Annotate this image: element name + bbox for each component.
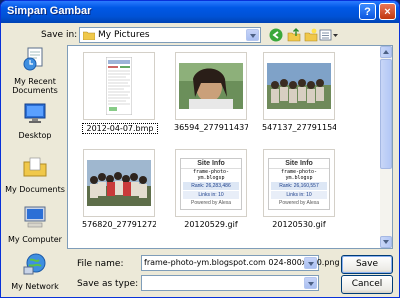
recent-documents-icon — [23, 47, 43, 71]
place-my-network[interactable]: My Network — [5, 251, 65, 291]
file-name-field[interactable]: frame-photo-ym.blogspot.com 024-800x800.… — [141, 255, 340, 271]
file-item[interactable]: Site Info frame-photo-ym.blogsp Rank: 26… — [262, 149, 336, 229]
site-info-card: Site Info frame-photo-ym.blogsp Rank: 26… — [268, 158, 330, 210]
save-as-type-select[interactable] — [141, 275, 319, 291]
file-thumbnail: Site Info frame-photo-ym.blogsp Rank: 26… — [263, 149, 335, 217]
close-button[interactable]: × — [379, 3, 396, 20]
place-my-documents[interactable]: My Documents — [5, 154, 65, 194]
site-info-title: Site Info — [181, 159, 241, 169]
site-info-links: Links in: 10 — [183, 191, 239, 199]
my-computer-icon — [24, 206, 46, 228]
file-thumbnail — [83, 52, 155, 120]
place-label: Desktop — [18, 131, 52, 140]
photo-preview-icon — [87, 160, 151, 206]
place-label: My Network — [11, 282, 59, 291]
desktop-icon — [24, 103, 46, 123]
file-thumbnail — [263, 52, 335, 120]
site-info-rank: Rank: 26,160,557 — [271, 182, 327, 190]
chevron-down-icon[interactable] — [246, 29, 259, 41]
file-name: 576820_277912721 60... — [82, 220, 156, 229]
file-item[interactable]: Site Info frame-photo-ym.blogsp Rank: 26… — [174, 149, 248, 229]
file-thumbnail — [83, 149, 155, 217]
help-button[interactable]: ? — [359, 3, 376, 20]
title-bar[interactable]: Simpan Gambar ? × — [1, 1, 399, 23]
my-documents-icon — [23, 157, 47, 177]
place-desktop[interactable]: Desktop — [5, 100, 65, 140]
place-label: My Computer — [8, 235, 62, 244]
my-network-icon — [23, 253, 46, 275]
site-info-rank: Rank: 26,283,486 — [183, 182, 239, 190]
place-label: My Recent Documents — [12, 77, 58, 95]
site-info-url: frame-photo-ym.blogsp — [192, 169, 230, 181]
places-bar: My Recent Documents Desktop My Documents — [5, 44, 65, 294]
scroll-up-icon[interactable] — [380, 46, 392, 58]
file-name: 20120529.gif — [184, 220, 238, 229]
document-preview-icon — [106, 57, 132, 115]
up-folder-icon[interactable] — [287, 28, 301, 42]
window-title: Simpan Gambar — [7, 5, 92, 17]
save-in-label: Save in: — [41, 30, 78, 40]
file-name: 36594_277911437570... — [174, 123, 248, 132]
save-dialog: Simpan Gambar ? × Save in: My Pictures M… — [0, 0, 400, 298]
file-list-view[interactable]: 2012-04-07.bmp 36594_277911437570... — [67, 45, 393, 249]
place-label: My Documents — [5, 185, 65, 194]
new-folder-icon[interactable] — [304, 28, 318, 42]
place-recent-documents[interactable]: My Recent Documents — [5, 46, 65, 95]
file-thumbnail — [175, 52, 247, 120]
chevron-down-icon[interactable] — [304, 277, 317, 289]
scrollbar-thumb[interactable] — [380, 59, 392, 169]
chevron-down-icon[interactable] — [304, 257, 317, 269]
file-item[interactable]: 576820_277912721 60... — [82, 149, 156, 229]
save-in-value: My Pictures — [98, 30, 150, 40]
file-name: 20120530.gif — [272, 220, 326, 229]
file-name: 547137_2779115495 7... — [262, 123, 336, 132]
save-as-type-label: Save as type: — [77, 279, 139, 289]
file-thumbnail: Site Info frame-photo-ym.blogsp Rank: 26… — [175, 149, 247, 217]
views-menu-icon[interactable] — [319, 28, 339, 42]
site-info-card: Site Info frame-photo-ym.blogsp Rank: 26… — [180, 158, 242, 210]
vertical-scrollbar[interactable] — [380, 46, 392, 248]
scroll-down-icon[interactable] — [380, 236, 392, 248]
back-icon[interactable] — [269, 28, 283, 42]
site-info-title: Site Info — [269, 159, 329, 169]
photo-preview-icon — [179, 63, 243, 109]
folder-icon — [83, 31, 95, 40]
site-info-links: Links in: 10 — [271, 191, 327, 199]
place-my-computer[interactable]: My Computer — [5, 204, 65, 244]
file-item[interactable]: 547137_2779115495 7... — [262, 52, 336, 132]
save-button[interactable]: Save — [341, 255, 393, 274]
site-info-url: frame-photo-ym.blogsp — [280, 169, 318, 181]
cancel-button[interactable]: Cancel — [341, 275, 393, 294]
save-in-combo[interactable]: My Pictures — [79, 27, 261, 43]
file-item[interactable]: 2012-04-07.bmp — [82, 52, 158, 134]
file-name-label: File name: — [77, 259, 124, 269]
site-info-powered: Powered by Alexa — [190, 200, 232, 206]
site-info-powered: Powered by Alexa — [278, 200, 320, 206]
file-item[interactable]: 36594_277911437570... — [174, 52, 248, 132]
photo-preview-icon — [267, 63, 331, 109]
file-name: 2012-04-07.bmp — [82, 123, 158, 134]
